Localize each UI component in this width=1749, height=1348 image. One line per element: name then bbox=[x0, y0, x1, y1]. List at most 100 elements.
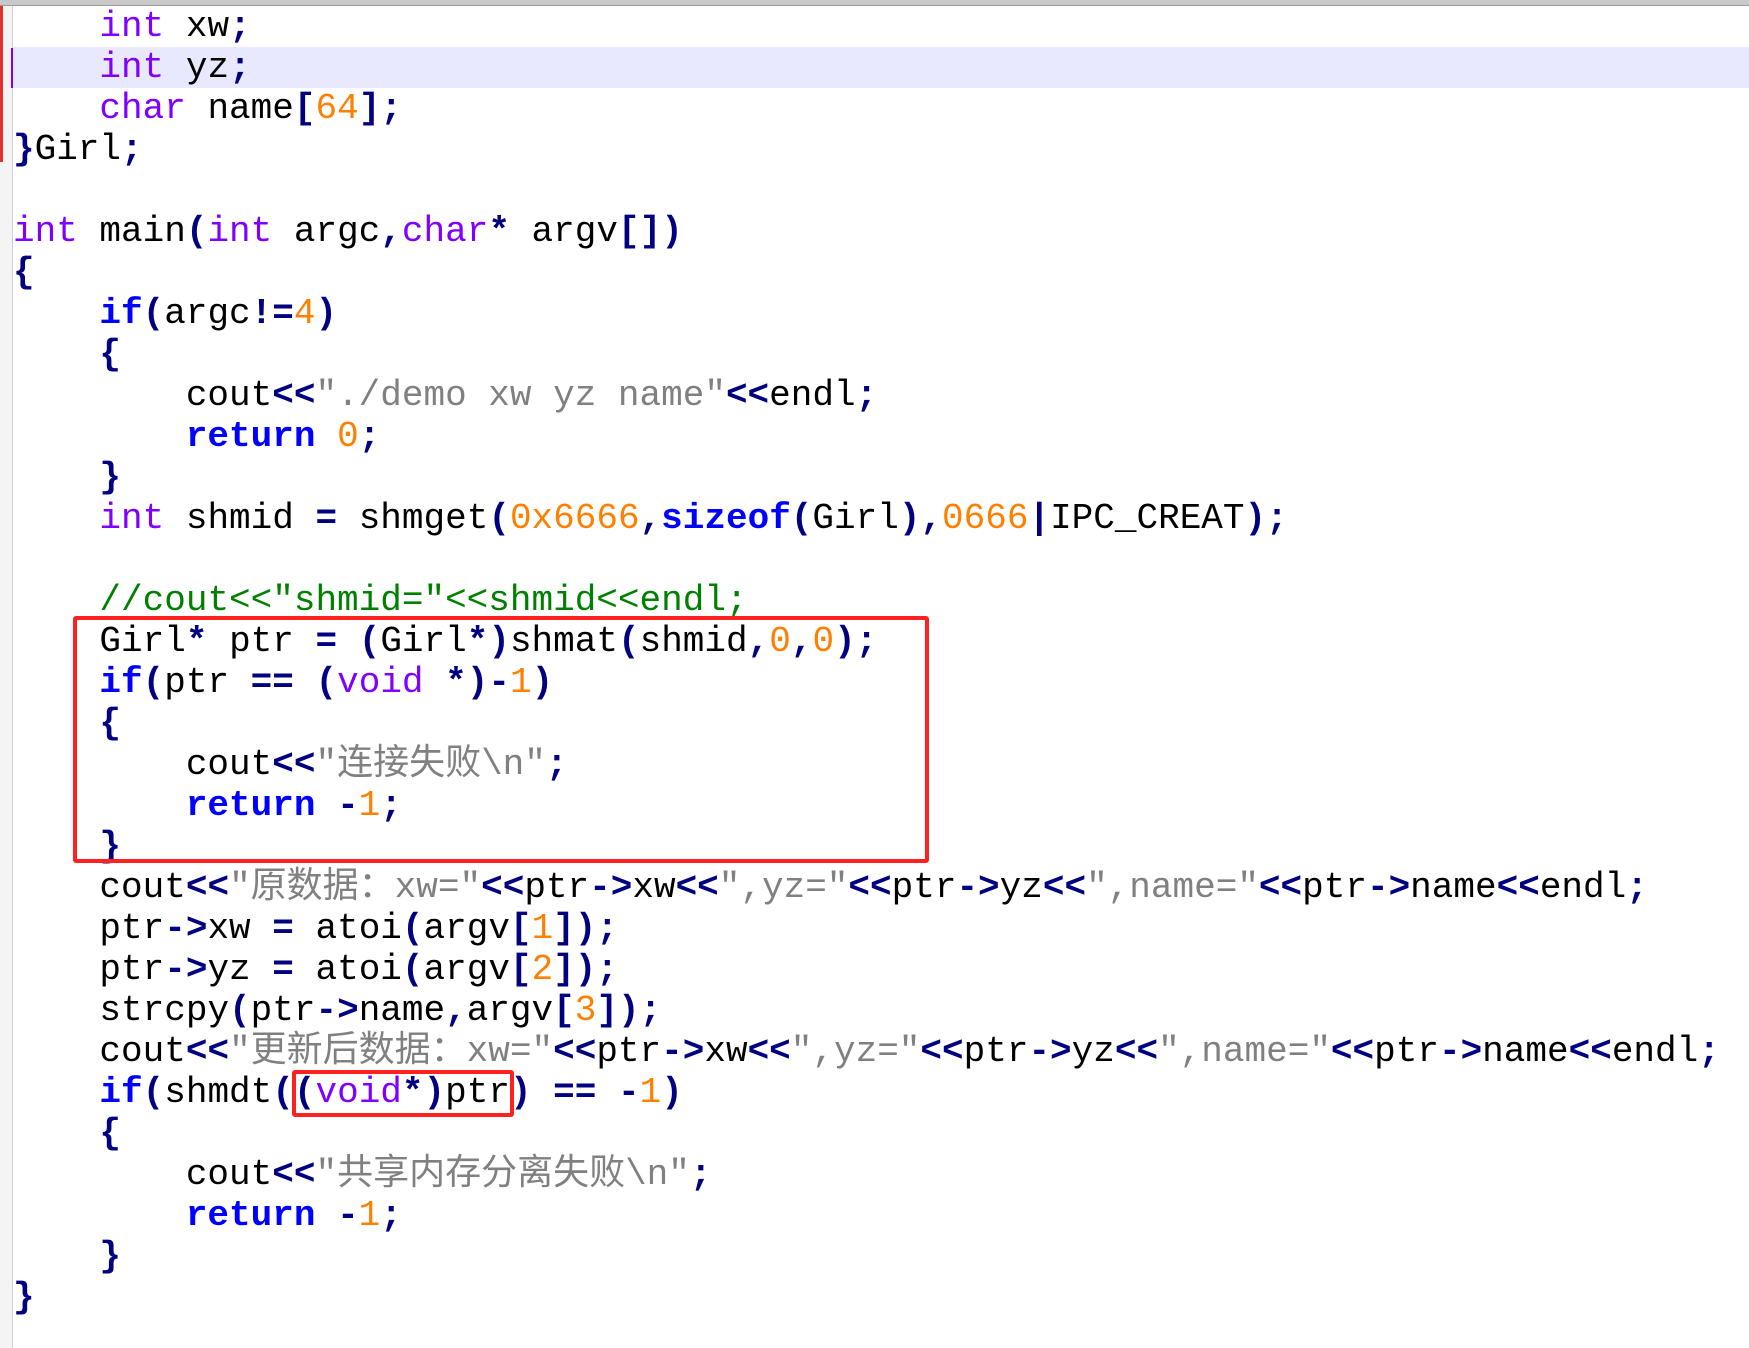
code-line[interactable]: { bbox=[13, 1113, 1749, 1154]
operator-token: - bbox=[618, 1072, 640, 1113]
operator-token: - bbox=[315, 990, 338, 1031]
code-line[interactable] bbox=[13, 539, 1749, 580]
operator-token: ] bbox=[596, 990, 618, 1031]
code-line[interactable]: cout<<"原数据：xw="<<ptr->xw<<",yz="<<ptr->y… bbox=[13, 867, 1749, 908]
operator-token: < bbox=[1136, 1031, 1159, 1072]
operator-token: ) bbox=[661, 1072, 683, 1113]
code-line[interactable]: //cout<<"shmid="<<shmid<<endl; bbox=[13, 580, 1749, 621]
code-line[interactable]: ptr->xw = atoi(argv[1]); bbox=[13, 908, 1749, 949]
operator-token: < bbox=[272, 1154, 294, 1195]
identifier-token: strcpy bbox=[99, 990, 230, 1031]
identifier-token: argv bbox=[466, 990, 554, 1031]
change-marker bbox=[0, 6, 3, 162]
comment-token: //cout<<"shmid="<<shmid<<endl; bbox=[99, 580, 748, 621]
code-line[interactable]: if(shmdt((void*)ptr) == -1) bbox=[13, 1072, 1749, 1113]
identifier-token: argc bbox=[164, 293, 251, 334]
code-line[interactable]: } bbox=[13, 1236, 1749, 1277]
code-line[interactable]: }Girl; bbox=[13, 129, 1749, 170]
identifier-token: name bbox=[358, 990, 446, 1031]
operator-token: < bbox=[1568, 1031, 1591, 1072]
type-keyword-token: int bbox=[207, 211, 273, 252]
code-line[interactable]: cout<<"更新后数据：xw="<<ptr->xw<<",yz="<<ptr-… bbox=[13, 1031, 1749, 1072]
identifier-token: xw bbox=[632, 867, 676, 908]
identifier-token: name bbox=[1482, 1031, 1569, 1072]
operator-token: ; bbox=[380, 1195, 402, 1236]
operator-token: < bbox=[697, 867, 719, 908]
identifier-token: endl bbox=[769, 375, 856, 416]
operator-token: < bbox=[553, 1031, 575, 1072]
code-line[interactable]: int xw; bbox=[13, 6, 1749, 47]
operator-token: - bbox=[1366, 867, 1389, 908]
identifier-token: cout bbox=[185, 1154, 273, 1195]
operator-token: < bbox=[1352, 1031, 1375, 1072]
operator-token: < bbox=[1064, 867, 1087, 908]
code-line[interactable]: strcpy(ptr->name,argv[3]); bbox=[13, 990, 1749, 1031]
identifier-token: shmid bbox=[185, 498, 294, 539]
code-line[interactable]: if(argc!=4) bbox=[13, 293, 1749, 334]
identifier-token: cout bbox=[185, 375, 273, 416]
operator-token: ) bbox=[315, 293, 338, 334]
code-line[interactable]: cout<<"共享内存分离失败\n"; bbox=[13, 1154, 1749, 1195]
operator-token: ) bbox=[617, 990, 640, 1031]
code-line[interactable]: char name[64]; bbox=[13, 88, 1749, 129]
annotation-box-void-cast bbox=[292, 1070, 514, 1117]
operator-token: < bbox=[920, 1031, 943, 1072]
operator-token: < bbox=[675, 867, 698, 908]
operator-token: } bbox=[13, 129, 35, 170]
code-line[interactable]: return 0; bbox=[13, 416, 1749, 457]
operator-token: [ bbox=[617, 211, 640, 252]
identifier-token: name bbox=[207, 88, 294, 129]
identifier-token: ptr bbox=[99, 908, 165, 949]
code-line[interactable]: int main(int argc,char* argv[]) bbox=[13, 211, 1749, 252]
operator-token: < bbox=[502, 867, 525, 908]
keyword-token: sizeof bbox=[661, 498, 791, 539]
operator-token: { bbox=[99, 1113, 122, 1154]
operator-token: ( bbox=[142, 1072, 165, 1113]
code-line[interactable]: } bbox=[13, 1277, 1749, 1318]
operator-token: ( bbox=[401, 949, 424, 990]
identifier-token: main bbox=[99, 211, 186, 252]
code-line[interactable]: return -1; bbox=[13, 1195, 1749, 1236]
type-keyword-token: char bbox=[99, 88, 186, 129]
identifier-token: endl bbox=[1611, 1031, 1699, 1072]
keyword-token: return bbox=[185, 416, 316, 457]
type-keyword-token: int bbox=[99, 498, 165, 539]
operator-token: < bbox=[1280, 867, 1303, 908]
code-line[interactable]: { bbox=[13, 252, 1749, 293]
operator-token: , bbox=[380, 211, 402, 252]
operator-token: - bbox=[337, 1195, 359, 1236]
identifier-token: argc bbox=[293, 211, 381, 252]
code-line[interactable]: ptr->yz = atoi(argv[2]); bbox=[13, 949, 1749, 990]
identifier-token: yz bbox=[999, 867, 1043, 908]
operator-token: < bbox=[1114, 1031, 1137, 1072]
operator-token: < bbox=[1496, 867, 1519, 908]
identifier-token: atoi bbox=[315, 949, 402, 990]
operator-token: ! bbox=[250, 293, 273, 334]
code-line[interactable] bbox=[13, 170, 1749, 211]
operator-token: ] bbox=[553, 908, 575, 949]
code-line[interactable]: int shmid = shmget(0x6666,sizeof(Girl),0… bbox=[13, 498, 1749, 539]
operator-token: ) bbox=[898, 498, 921, 539]
operator-token: - bbox=[164, 949, 186, 990]
operator-token: < bbox=[942, 1031, 964, 1072]
number-token: 1 bbox=[531, 908, 554, 949]
code-line[interactable]: } bbox=[13, 457, 1749, 498]
operator-token: ) bbox=[574, 908, 597, 949]
identifier-token: IPC_CREAT bbox=[1050, 498, 1245, 539]
operator-token: < bbox=[185, 1031, 208, 1072]
operator-token: < bbox=[747, 375, 770, 416]
code-line[interactable]: cout<<"./demo xw yz name"<<endl; bbox=[13, 375, 1749, 416]
code-line[interactable]: int yz; bbox=[13, 47, 1749, 88]
operator-token: - bbox=[164, 908, 186, 949]
number-token: 2 bbox=[531, 949, 554, 990]
code-line[interactable]: { bbox=[13, 334, 1749, 375]
string-token: "更新后数据：xw=" bbox=[229, 1031, 554, 1072]
